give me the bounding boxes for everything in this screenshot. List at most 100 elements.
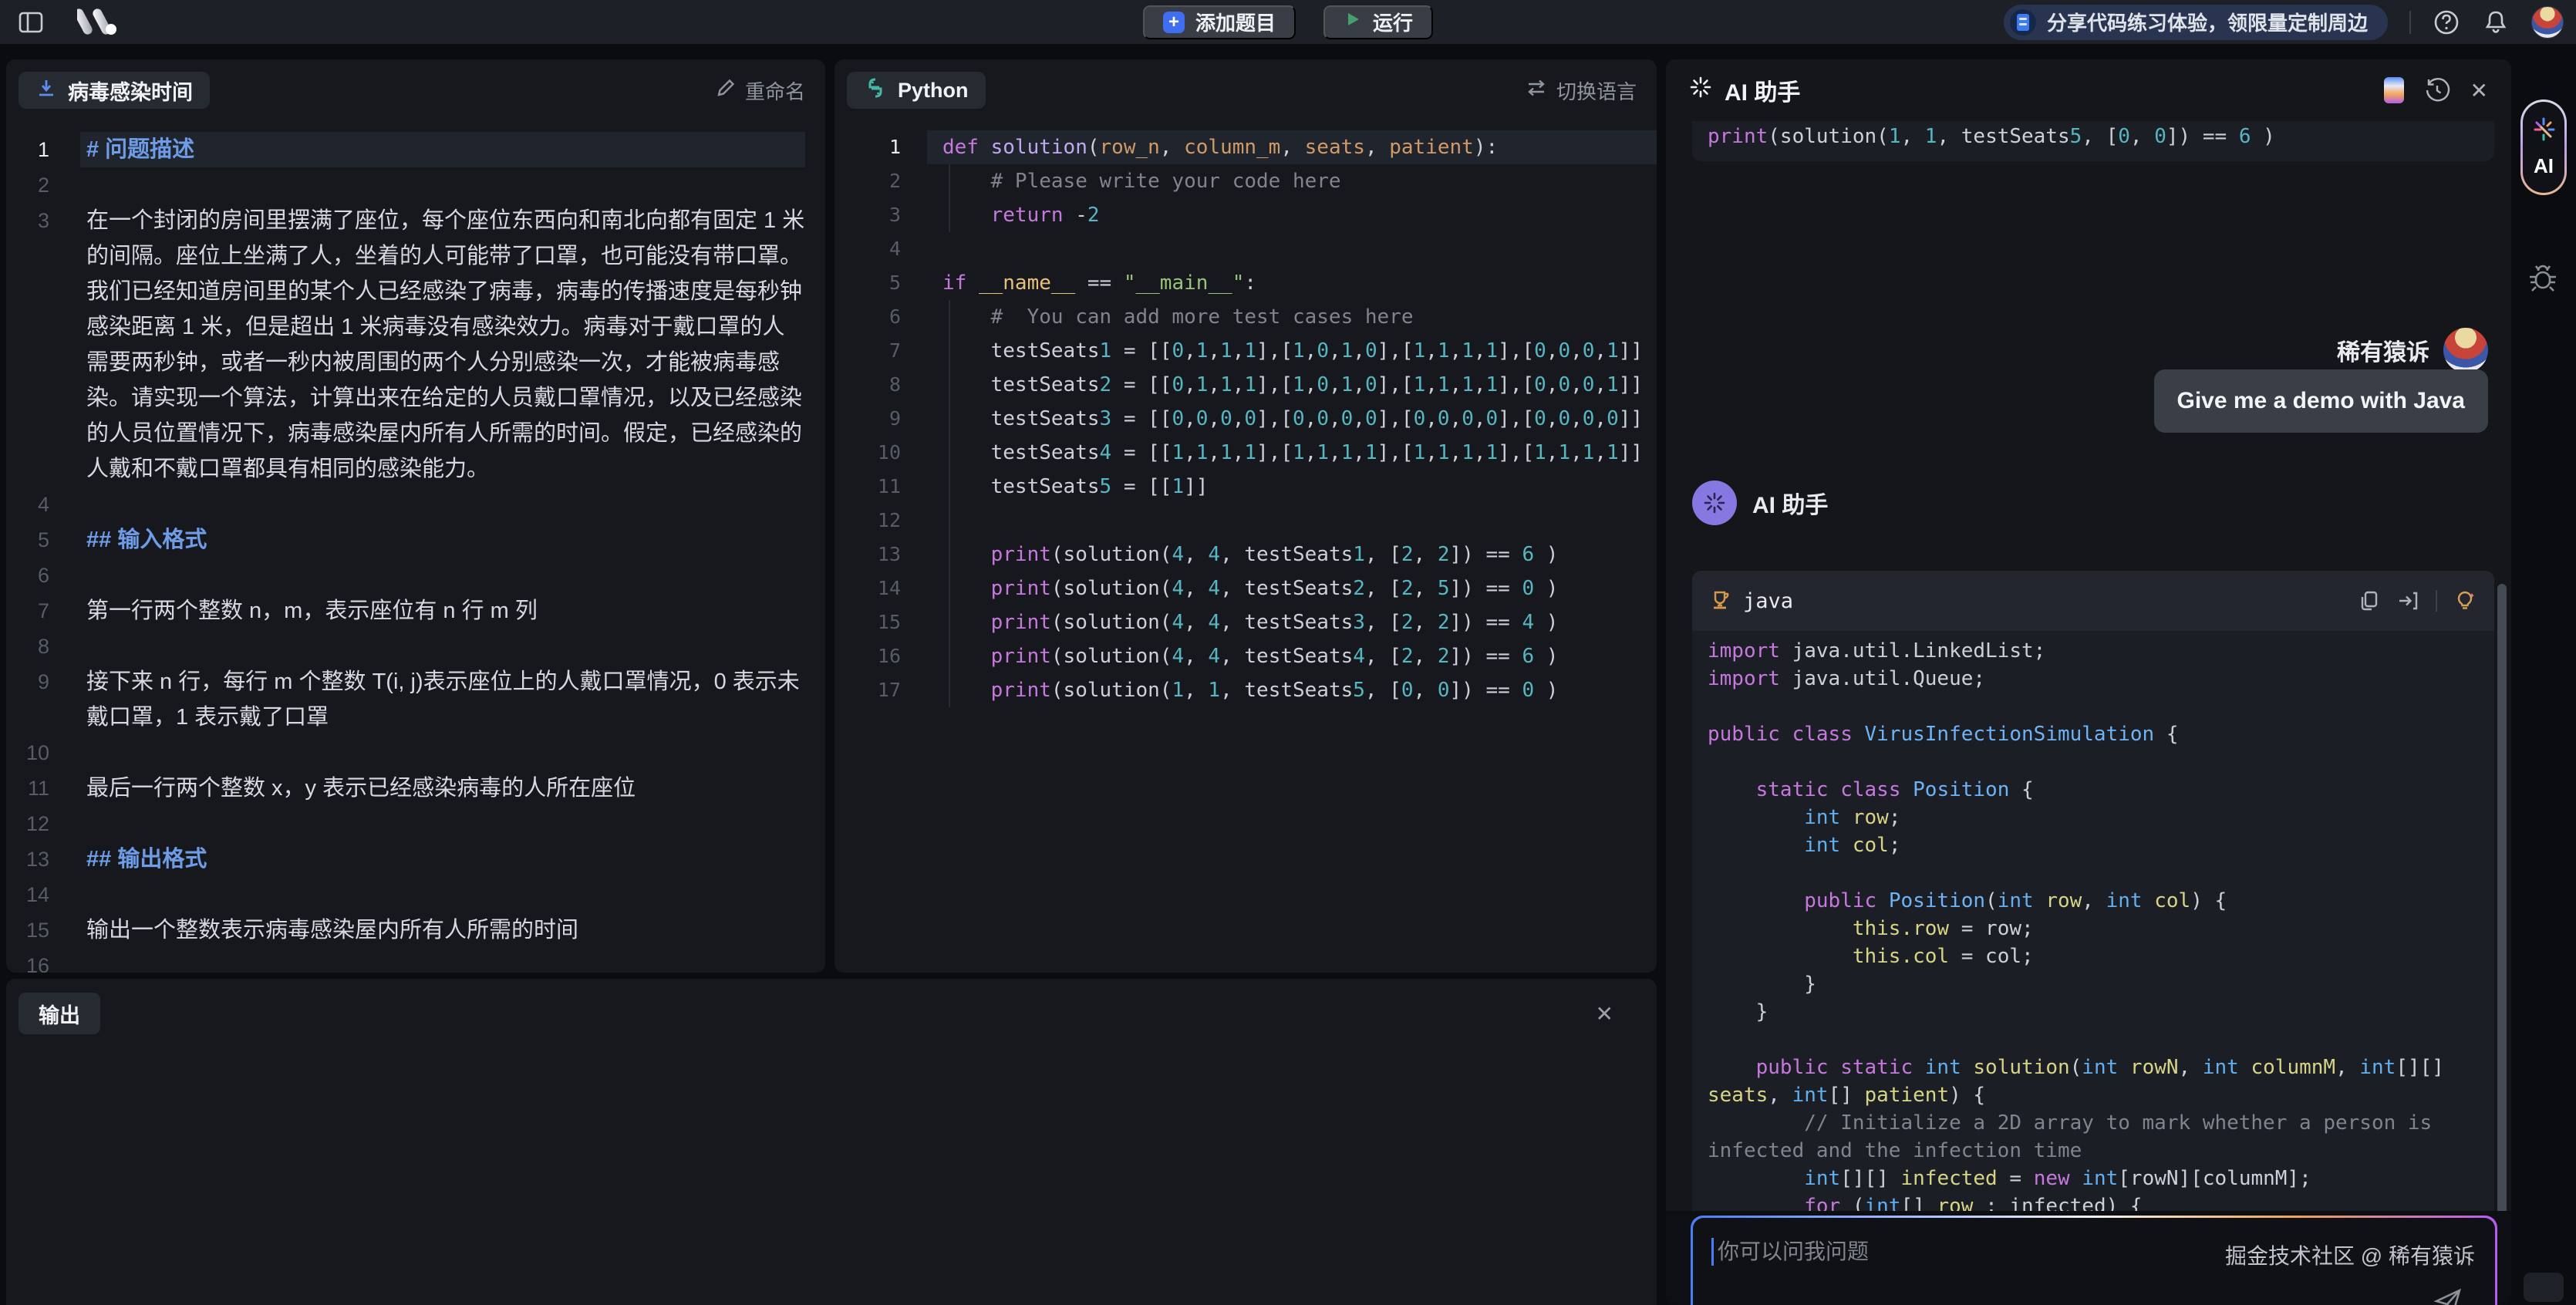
markdown-line[interactable]: 2	[6, 167, 805, 203]
sparkle-icon	[1689, 76, 1712, 105]
markdown-line[interactable]: 8	[6, 629, 805, 664]
line-number: 7	[6, 593, 80, 629]
code-line[interactable]: 3 return -2	[835, 198, 1657, 232]
user-message-author: 稀有猿诉	[2337, 333, 2429, 367]
send-icon[interactable]	[2433, 1286, 2464, 1305]
markdown-line[interactable]: 4	[6, 487, 805, 522]
markdown-line-text	[80, 806, 805, 841]
add-question-button[interactable]: + 添加题目	[1143, 5, 1296, 39]
java-code-line	[1708, 748, 2479, 776]
topbar-divider	[2409, 11, 2411, 34]
corner-widget[interactable]	[2524, 1273, 2564, 1302]
indent-guide	[949, 164, 950, 232]
java-code-line	[1708, 1026, 2479, 1054]
markdown-line[interactable]: 9接下来 n 行，每行 m 个整数 T(i, j)表示座位上的人戴口罩情况，0 …	[6, 664, 805, 735]
topbar: + 添加题目 运行 分享代码练习体验，领限量定制周边	[0, 0, 2576, 44]
markdown-line[interactable]: 14	[6, 877, 805, 912]
java-code-line: static class Position {	[1708, 776, 2479, 804]
theme-swatch-icon[interactable]	[2384, 77, 2404, 103]
code-line[interactable]: 15 print(solution(4, 4, testSeats3, [2, …	[835, 605, 1657, 639]
java-code-line: import java.util.Queue;	[1708, 665, 2479, 693]
switch-language-button[interactable]: 切换语言	[1526, 76, 1637, 105]
markdown-line[interactable]: 15输出一个整数表示病毒感染屋内所有人所需的时间	[6, 912, 805, 948]
markdown-line[interactable]: 16	[6, 948, 805, 973]
code-line[interactable]: 14 print(solution(4, 4, testSeats2, [2, …	[835, 572, 1657, 605]
code-line-text: if __name__ == "__main__":	[927, 266, 1657, 300]
code-line[interactable]: 17 print(solution(1, 1, testSeats5, [0, …	[835, 673, 1657, 707]
insert-code-icon[interactable]	[2397, 590, 2419, 612]
python-icon	[864, 76, 887, 105]
right-toolbar-rail: AI	[2511, 44, 2576, 1305]
code-line[interactable]: 11 testSeats5 = [[1]]	[835, 470, 1657, 504]
line-number: 12	[835, 504, 927, 538]
markdown-line-text	[80, 877, 805, 912]
markdown-line[interactable]: 1# 问题描述	[6, 132, 805, 167]
code-line-text: # Please write your code here	[927, 164, 1657, 198]
code-line[interactable]: 7 testSeats1 = [[0,1,1,1],[1,0,1,0],[1,1…	[835, 334, 1657, 368]
line-number: 3	[835, 198, 927, 232]
markdown-line[interactable]: 10	[6, 735, 805, 771]
code-line[interactable]: 10 testSeats4 = [[1,1,1,1],[1,1,1,1],[1,…	[835, 436, 1657, 470]
code-line-text: print(solution(1, 1, testSeats5, [0, 0])…	[927, 673, 1657, 707]
markdown-line[interactable]: 7第一行两个整数 n，m，表示座位有 n 行 m 列	[6, 593, 805, 629]
code-line[interactable]: 1def solution(row_n, column_m, seats, pa…	[835, 130, 1657, 164]
close-output-icon[interactable]: ✕	[1596, 1001, 1613, 1027]
close-chat-icon[interactable]: ✕	[2470, 78, 2488, 103]
run-button[interactable]: 运行	[1323, 5, 1433, 39]
java-code-line: int row;	[1708, 804, 2479, 831]
run-label: 运行	[1373, 8, 1413, 36]
java-code-block: java import java.util.LinkedList;import …	[1692, 571, 2494, 1219]
java-code-line: import java.util.LinkedList;	[1708, 637, 2479, 665]
user-message-avatar	[2443, 328, 2488, 373]
code-line[interactable]: 5if __name__ == "__main__":	[835, 266, 1657, 300]
chat-panel-title: AI 助手	[1725, 73, 1800, 107]
code-line[interactable]: 13 print(solution(4, 4, testSeats1, [2, …	[835, 538, 1657, 572]
line-number: 1	[835, 130, 927, 164]
code-line[interactable]: 8 testSeats2 = [[0,1,1,1],[1,0,1,0],[1,1…	[835, 368, 1657, 402]
code-line[interactable]: 6 # You can add more test cases here	[835, 300, 1657, 334]
line-number: 2	[835, 164, 927, 198]
promo-banner[interactable]: 分享代码练习体验，领限量定制周边	[2004, 5, 2388, 40]
help-icon[interactable]	[2433, 8, 2460, 36]
code-line[interactable]: 9 testSeats3 = [[0,0,0,0],[0,0,0,0],[0,0…	[835, 402, 1657, 436]
history-icon[interactable]	[2424, 77, 2450, 103]
markdown-line[interactable]: 13## 输出格式	[6, 841, 805, 877]
language-tab[interactable]: Python	[847, 72, 986, 109]
line-number: 13	[6, 841, 80, 877]
code-line[interactable]: 12	[835, 504, 1657, 538]
chat-input[interactable]	[1718, 1236, 2196, 1267]
copy-code-icon[interactable]	[2359, 590, 2380, 612]
line-number: 15	[6, 912, 80, 948]
code-line[interactable]: 2 # Please write your code here	[835, 164, 1657, 198]
chat-scrollbar[interactable]	[2497, 584, 2507, 1219]
rename-button[interactable]: 重命名	[716, 76, 805, 105]
lightbulb-icon[interactable]	[2454, 590, 2476, 612]
debug-bug-icon[interactable]	[2525, 261, 2561, 301]
code-line[interactable]: 4	[835, 232, 1657, 266]
ai-assistant-rail-button[interactable]: AI	[2520, 99, 2567, 195]
line-number: 6	[835, 300, 927, 334]
line-number: 2	[6, 167, 80, 203]
sidebar-toggle-icon[interactable]	[19, 12, 43, 33]
markdown-line[interactable]: 6	[6, 558, 805, 593]
line-number: 11	[835, 470, 927, 504]
chat-message-list[interactable]: print(solution(1, 1, testSeats5, [0, 0])…	[1666, 121, 2511, 1219]
java-code-line: // Initialize a 2D array to mark whether…	[1708, 1109, 2479, 1165]
problem-tab[interactable]: 病毒感染时间	[19, 72, 210, 109]
notifications-bell-icon[interactable]	[2482, 8, 2510, 36]
problem-markdown-editor[interactable]: 1# 问题描述23在一个封闭的房间里摆满了座位，每个座位东西向和南北向都有固定 …	[6, 121, 825, 973]
user-avatar[interactable]	[2531, 6, 2564, 39]
line-number: 16	[6, 948, 80, 973]
markdown-line[interactable]: 5## 输入格式	[6, 522, 805, 558]
python-code-editor[interactable]: 1def solution(row_n, column_m, seats, pa…	[835, 121, 1657, 973]
ai-assistant-panel: AI 助手 ✕ print(solution(1, 1, testSeats5,…	[1666, 59, 2511, 1305]
promo-banner-text: 分享代码练习体验，领限量定制周边	[2047, 8, 2368, 36]
output-tab[interactable]: 输出	[19, 993, 100, 1034]
java-code-line	[1708, 859, 2479, 887]
markdown-line[interactable]: 11最后一行两个整数 x，y 表示已经感染病毒的人所在座位	[6, 771, 805, 806]
markdown-line[interactable]: 3在一个封闭的房间里摆满了座位，每个座位东西向和南北向都有固定 1 米的间隔。座…	[6, 203, 805, 487]
markdown-line-text: 在一个封闭的房间里摆满了座位，每个座位东西向和南北向都有固定 1 米的间隔。座位…	[80, 203, 805, 487]
markdown-line[interactable]: 12	[6, 806, 805, 841]
indent-guide	[949, 300, 950, 707]
code-line[interactable]: 16 print(solution(4, 4, testSeats4, [2, …	[835, 639, 1657, 673]
